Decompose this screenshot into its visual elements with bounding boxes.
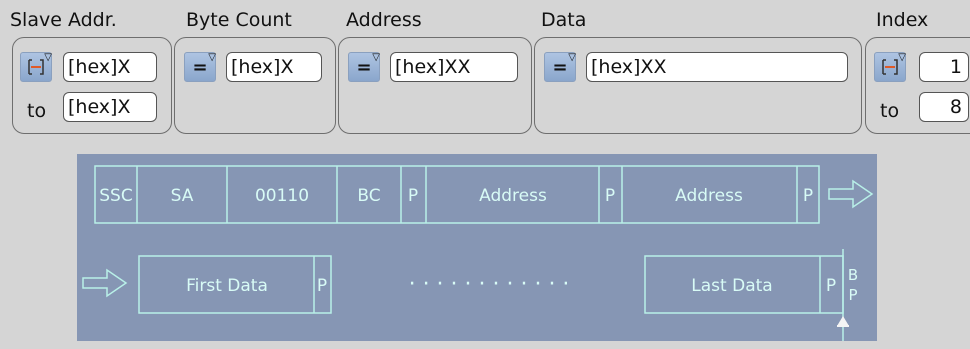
index-header: Index — [876, 9, 929, 31]
byte-count-group: = ▽ [hex]X — [174, 37, 336, 134]
byte-count-header: Byte Count — [186, 9, 292, 31]
index-group: ▽ 1 to 8 — [865, 37, 970, 134]
dropdown-triangle-icon: ▽ — [208, 52, 216, 63]
frame-field-address: Address — [675, 186, 743, 206]
address-group: = ▽ [hex]XX — [338, 37, 532, 134]
index-to-label: to — [880, 100, 900, 122]
continue-arrow-icon — [828, 179, 874, 209]
frame-field-sa: SA — [171, 186, 194, 206]
ellipsis-dots: · · · · · · · · · · · · — [409, 272, 570, 297]
address-field[interactable]: [hex]XX — [390, 52, 518, 82]
slave-addr-from-field[interactable]: [hex]X — [63, 52, 157, 82]
frame-field-last-data: Last Data — [691, 276, 772, 296]
frame-field-ssc: SSC — [99, 186, 132, 206]
index-operator-button[interactable]: ▽ — [874, 52, 906, 82]
byte-count-field[interactable]: [hex]X — [226, 52, 322, 82]
slave-addr-to-field[interactable]: [hex]X — [63, 92, 157, 122]
frame-field-p: P — [605, 186, 615, 206]
slave-addr-to-label: to — [27, 100, 47, 122]
address-header: Address — [346, 9, 422, 31]
index-to-field[interactable]: 8 — [919, 92, 969, 122]
slave-addr-group: ▽ [hex]X to [hex]X — [12, 37, 172, 134]
slave-addr-header: Slave Addr. — [10, 9, 117, 31]
frame-field-p: P — [848, 286, 857, 304]
slave-addr-operator-button[interactable]: ▽ — [20, 52, 52, 82]
frame-field-address: Address — [479, 186, 547, 206]
frame-field-b: B — [848, 266, 858, 284]
frame-field-p: P — [317, 276, 327, 296]
dropdown-triangle-icon: ▽ — [372, 52, 380, 63]
frame-field-first-data: First Data — [186, 276, 268, 296]
equals-icon: = — [356, 56, 372, 78]
address-operator-button[interactable]: = ▽ — [348, 52, 380, 82]
frame-field-p: P — [803, 186, 813, 206]
range-icon — [882, 59, 898, 75]
data-group: = ▽ [hex]XX — [534, 37, 862, 134]
data-operator-button[interactable]: = ▽ — [544, 52, 576, 82]
frame-field-p: P — [826, 276, 836, 296]
index-from-field[interactable]: 1 — [919, 52, 969, 82]
frame-field-00110: 00110 — [255, 186, 309, 206]
dropdown-triangle-icon: ▽ — [568, 52, 576, 63]
range-icon — [28, 59, 44, 75]
dropdown-triangle-icon: ▽ — [898, 52, 906, 63]
data-header: Data — [541, 9, 587, 31]
dropdown-triangle-icon: ▽ — [44, 52, 52, 63]
byte-count-operator-button[interactable]: = ▽ — [184, 52, 216, 82]
frame-field-p: P — [408, 186, 418, 206]
continue-arrow-icon — [82, 268, 128, 298]
equals-icon: = — [192, 56, 208, 78]
frame-format-diagram: SSC SA 00110 BC P Address P Address P Fi… — [77, 154, 877, 341]
marker-triangle-icon — [837, 316, 849, 326]
equals-icon: = — [552, 56, 568, 78]
frame-diagram-svg: SSC SA 00110 BC P Address P Address P Fi… — [82, 165, 874, 341]
data-field[interactable]: [hex]XX — [586, 52, 848, 82]
frame-field-bc: BC — [357, 186, 380, 206]
